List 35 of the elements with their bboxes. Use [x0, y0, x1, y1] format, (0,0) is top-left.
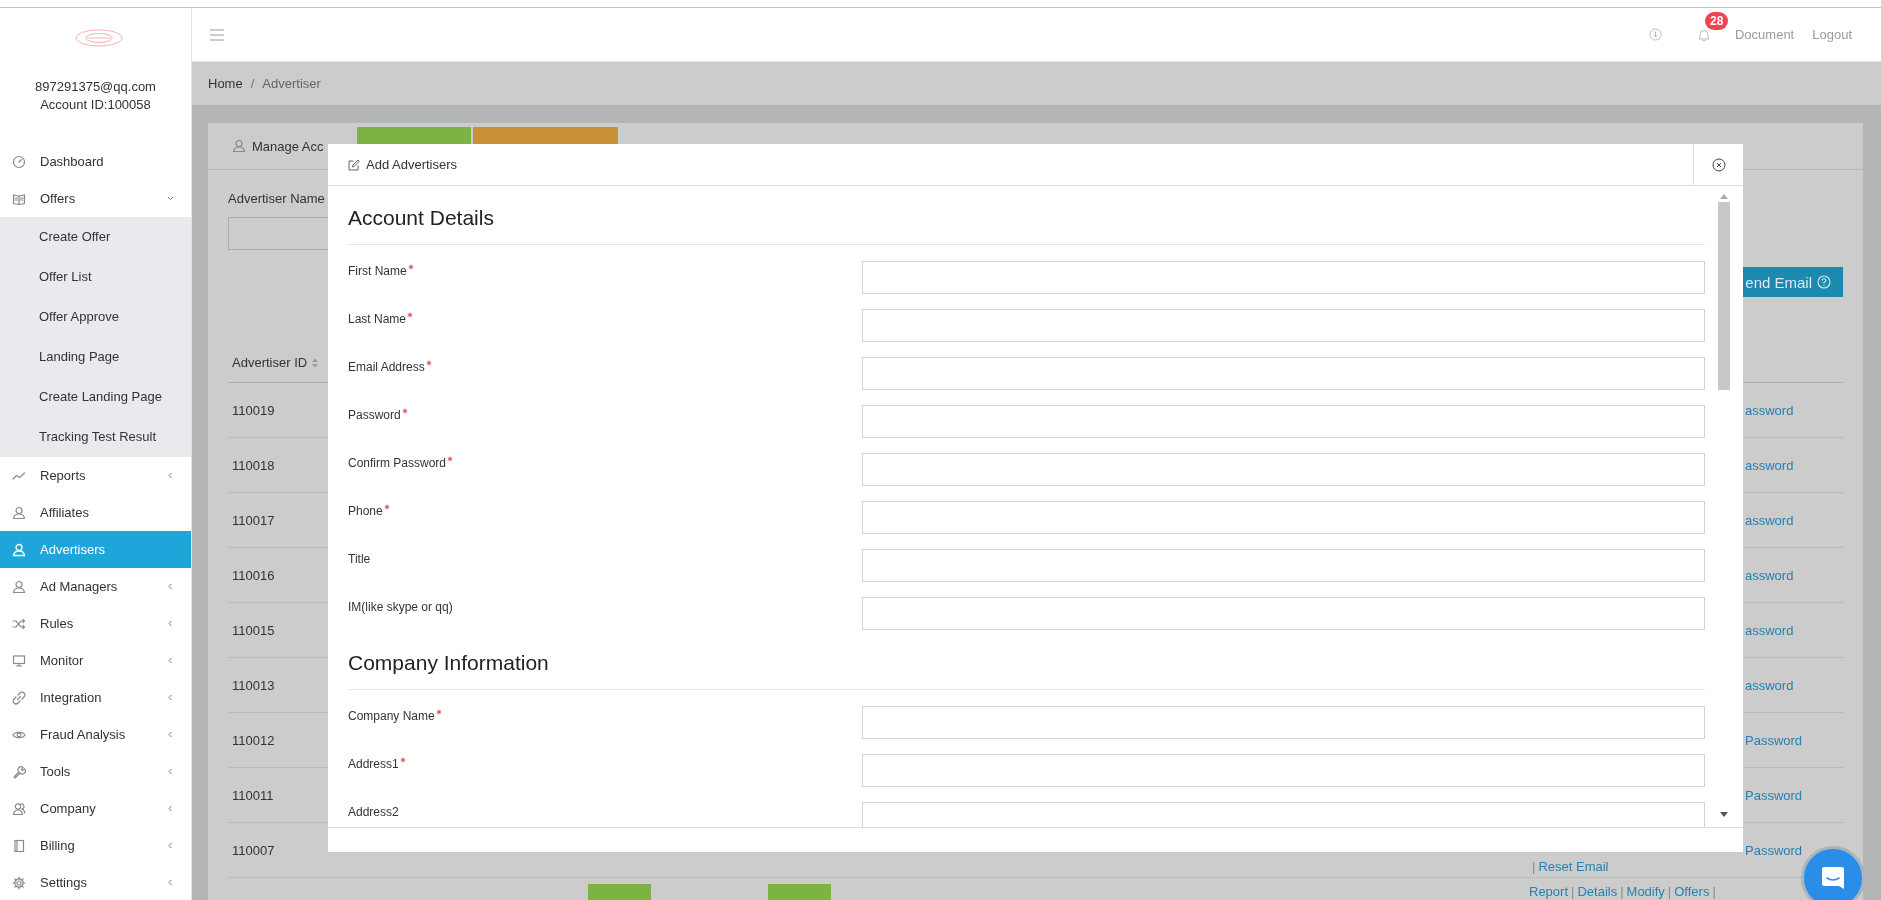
table-cell-text: 110007	[231, 842, 275, 858]
table-cell-text: 110012	[231, 732, 275, 748]
section-heading: Company Information	[348, 645, 1705, 690]
link-separator: |	[1712, 884, 1716, 899]
table-cell-text: 110019	[231, 402, 275, 418]
field-label: IM(like skype or qq)	[348, 599, 453, 614]
link-separator: |	[1532, 859, 1536, 874]
account-email: 897291375@qq.com	[34, 78, 157, 96]
field-label: Phone	[348, 503, 383, 518]
field-label: First Name	[348, 263, 407, 278]
table-cell-text: 110013	[231, 677, 275, 693]
filter-label: Advertiser Name	[228, 190, 325, 208]
breadcrumb-item: Advertiser	[262, 76, 321, 91]
notification-badge: 28	[1705, 11, 1729, 30]
field-label: Company Name	[348, 708, 435, 723]
dialog-title: Add Advertisers	[366, 157, 458, 172]
field-label: Title	[348, 551, 371, 566]
table-cell-text: 110011	[231, 787, 274, 803]
field-label: Address2	[348, 804, 399, 819]
table-cell-text: 110016	[231, 567, 275, 583]
field-label: Confirm Password	[348, 455, 447, 470]
field-label: Last Name	[348, 311, 407, 326]
field-label: Email Address	[348, 359, 425, 374]
link-separator: |	[1571, 884, 1575, 899]
field-label: Password	[348, 407, 401, 422]
section-heading: Account Details	[348, 200, 1705, 245]
table-cell-text: 110015	[231, 622, 275, 638]
table-cell-text: 110018	[231, 457, 275, 473]
account-id: Account ID:100058	[39, 96, 152, 114]
breadcrumb-separator: /	[250, 76, 255, 91]
panel-title: Manage Acc	[252, 138, 325, 154]
field-label: Address1	[348, 756, 399, 771]
table-cell-text: 110017	[231, 512, 275, 528]
link-separator: |	[1667, 884, 1672, 899]
link-separator: |	[1620, 884, 1624, 899]
